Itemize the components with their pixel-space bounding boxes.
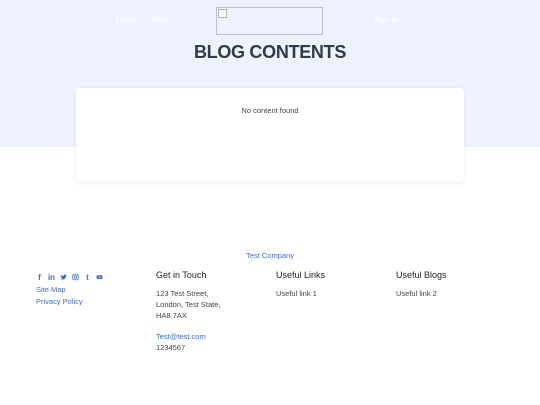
phone-number: 1234567 xyxy=(156,343,186,352)
logo-image[interactable] xyxy=(216,7,323,35)
useful-blogs-heading: Useful Blogs xyxy=(396,270,447,280)
page-title: BLOG CONTENTS xyxy=(193,42,347,62)
youtube-icon[interactable] xyxy=(96,273,103,282)
blog-content-card: No content found xyxy=(76,88,464,182)
address-line: London, Test State, xyxy=(156,300,221,309)
email-link[interactable]: Test@test.com xyxy=(156,332,206,341)
privacy-policy-link[interactable]: Privacy Policy xyxy=(36,297,83,306)
tumblr-icon[interactable]: t xyxy=(84,273,91,282)
broken-image-icon xyxy=(218,9,227,18)
address-line: HA8 7AX xyxy=(156,311,187,320)
site-map-link[interactable]: Site Map xyxy=(36,285,66,294)
get-in-touch-heading: Get in Touch xyxy=(156,270,207,280)
instagram-icon[interactable] xyxy=(72,273,79,282)
useful-links-heading: Useful Links xyxy=(276,270,326,280)
empty-message: No content found xyxy=(241,106,299,115)
nav-signin-link[interactable]: Sign In xyxy=(373,15,398,24)
useful-blog-link[interactable]: Useful link 2 xyxy=(396,289,437,298)
social-links: f in t xyxy=(36,272,103,282)
nav-blog-link[interactable]: Blog xyxy=(152,15,168,24)
twitter-icon[interactable] xyxy=(60,273,67,282)
address-line: 123 Test Street, xyxy=(156,289,209,298)
facebook-icon[interactable]: f xyxy=(36,273,43,282)
nav-home-link[interactable]: Home xyxy=(116,15,137,24)
company-link[interactable]: Test Company xyxy=(0,251,540,260)
linkedin-icon[interactable]: in xyxy=(48,273,55,282)
useful-link[interactable]: Useful link 1 xyxy=(276,289,317,298)
